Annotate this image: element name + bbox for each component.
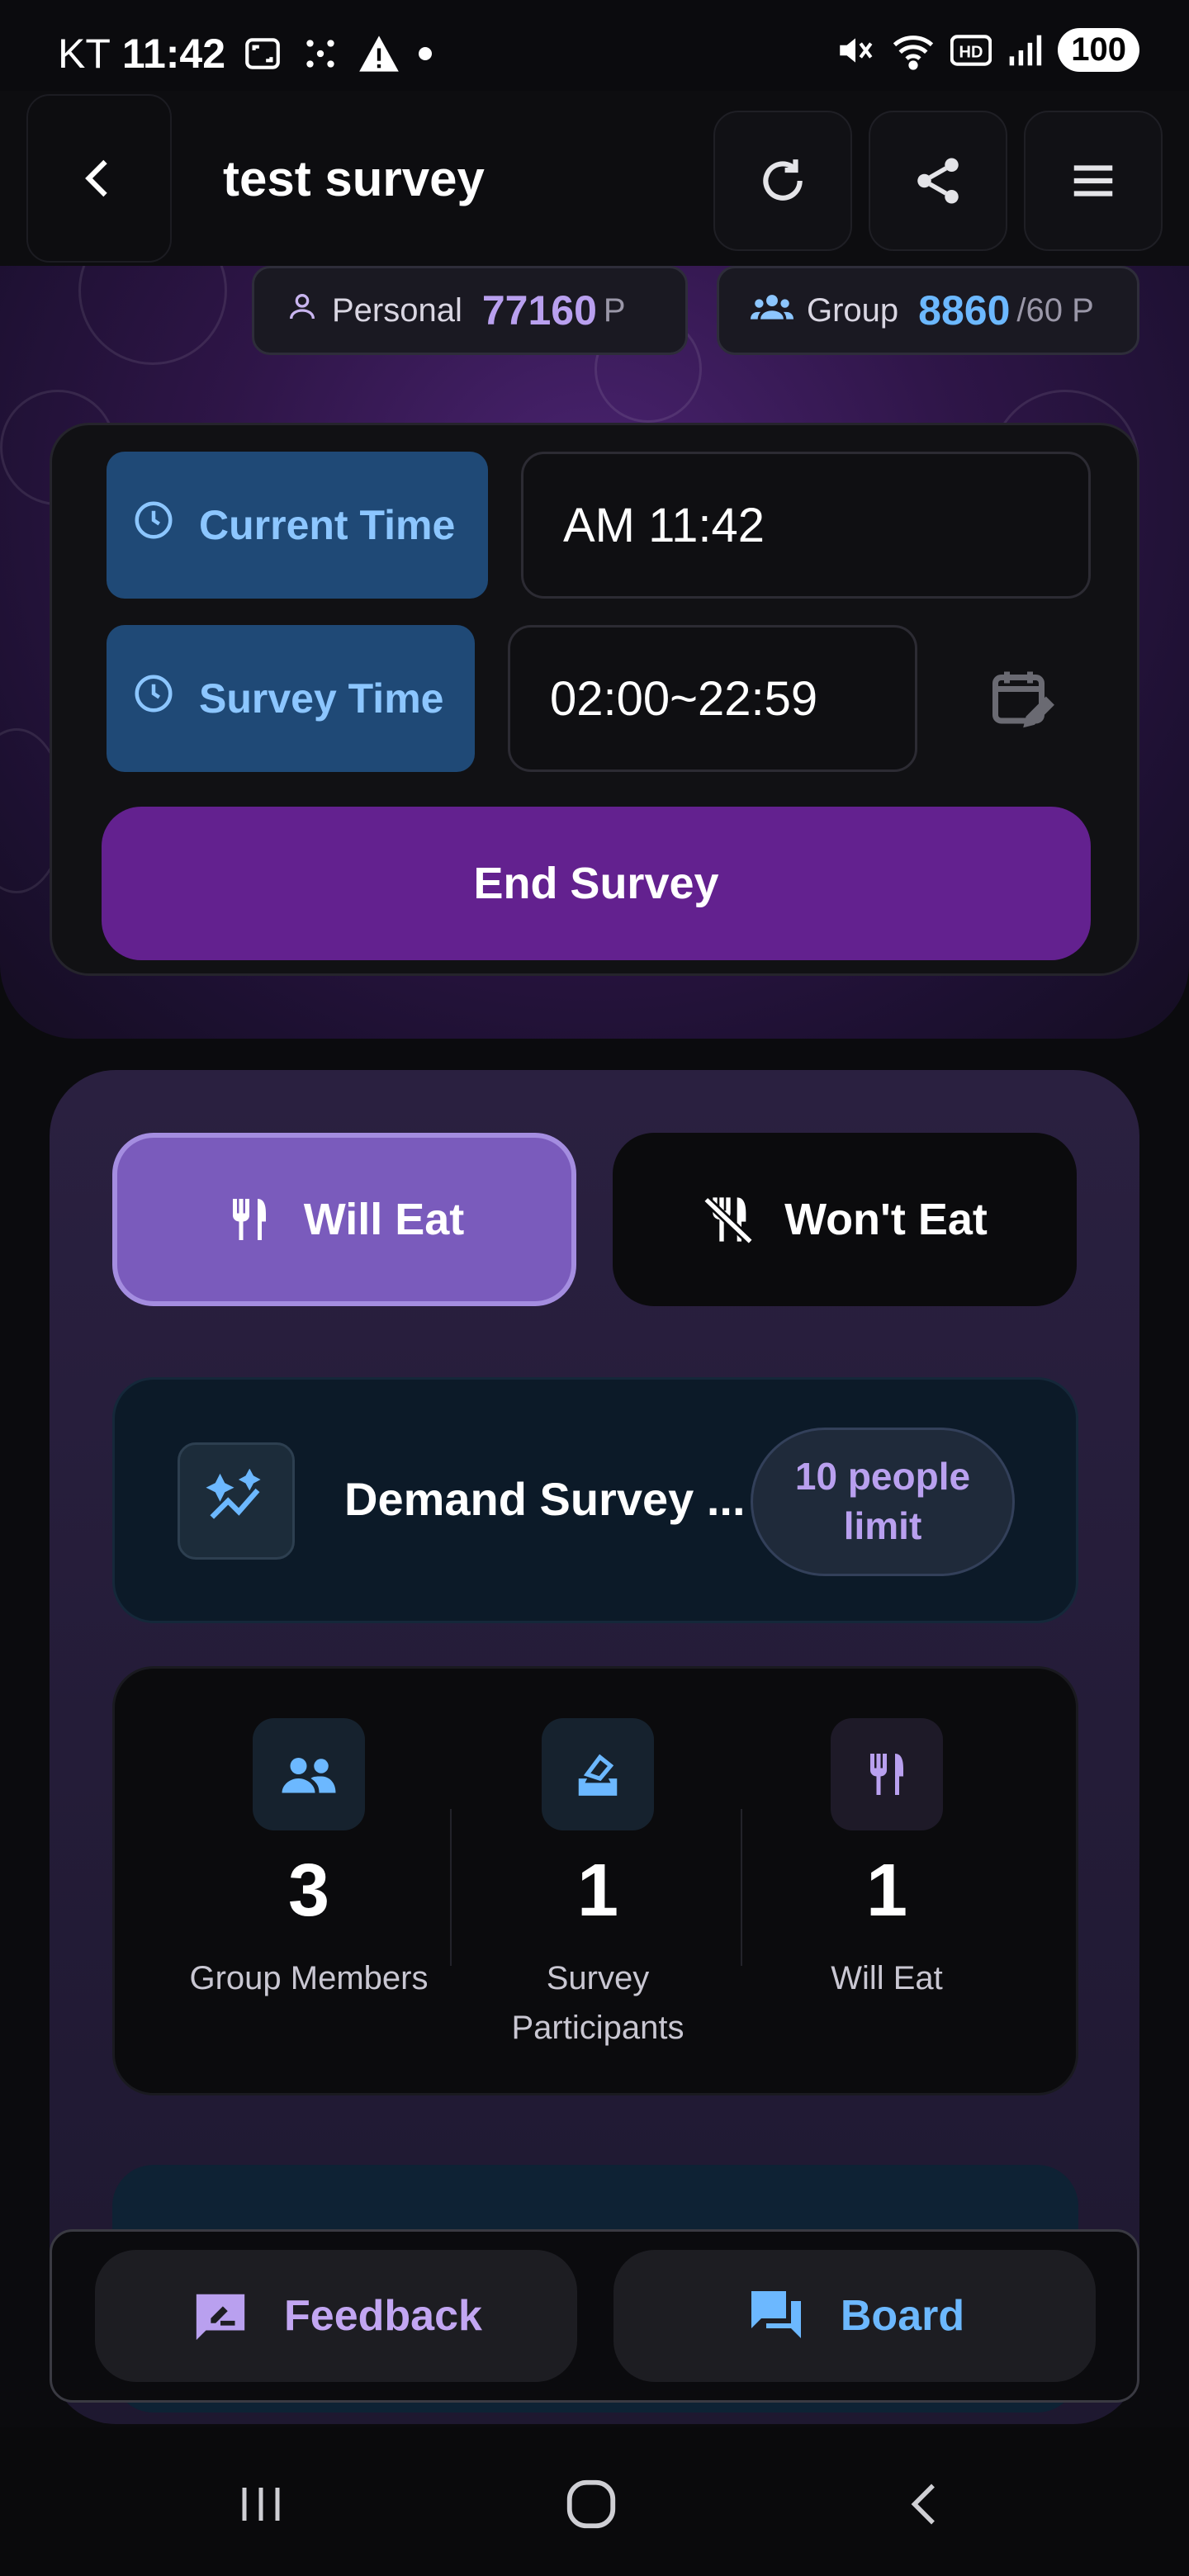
board-button[interactable]: Board [613, 2250, 1096, 2382]
hero-section: Personal 77160 P Group 8860 /60 P Curren… [0, 266, 1189, 1039]
forum-icon [751, 2291, 801, 2338]
clock-icon [131, 498, 176, 552]
will-eat-label: Will Eat [303, 1195, 465, 1244]
app-screen: KT 11:42 HD 100 Personal 77160 P Group 8… [0, 0, 1189, 2576]
warning-icon [358, 33, 400, 74]
survey-time-badge: Survey Time [107, 625, 475, 772]
system-nav-bar [0, 2427, 1189, 2576]
utensils-icon [232, 1199, 266, 1240]
feedback-button[interactable]: Feedback [95, 2250, 577, 2382]
demand-survey-card[interactable]: Demand Survey ... 10 people limit [112, 1377, 1078, 1623]
personal-label: Personal [332, 291, 462, 329]
survey-time-value: 02:00~22:59 [508, 625, 917, 772]
svg-text:HD: HD [959, 43, 983, 61]
share-icon [917, 158, 959, 204]
group-points-chip: Group 8860 /60 P [717, 266, 1139, 355]
stat-value: 1 [576, 1849, 619, 1932]
dot-icon [417, 45, 433, 62]
no-meals-icon [703, 1196, 754, 1245]
arrow-left-icon [85, 159, 107, 197]
stat-label: Will Eat [831, 1959, 943, 1996]
mute-icon [835, 30, 876, 71]
clock: 11:42 [121, 31, 226, 77]
back-button[interactable] [26, 94, 172, 263]
time-card: Current Time AM 11:42 Survey Time 02:00~… [50, 423, 1139, 976]
group-icon [751, 290, 793, 331]
stats-card: 3 Group Members 1 Survey Participants 1 … [112, 1666, 1078, 2095]
people-limit-badge: 10 people limit [751, 1428, 1015, 1576]
menu-button[interactable] [1024, 111, 1163, 251]
current-time-label: Current Time [199, 502, 456, 548]
stat-label: Group Members [189, 1959, 429, 1996]
survey-time-label: Survey Time [199, 675, 444, 722]
stat-value: 3 [287, 1849, 330, 1932]
auto-graph-icon [178, 1442, 295, 1560]
dice-icon [300, 33, 341, 74]
decor-circle [78, 266, 227, 365]
refresh-button[interactable] [713, 111, 852, 251]
stat-value: 1 [865, 1849, 908, 1932]
refresh-icon [763, 159, 803, 201]
page-title: test survey [223, 151, 485, 206]
personal-value: 77160 [481, 287, 597, 334]
screenshot-icon [242, 33, 283, 74]
stat-survey-participants: 1 Survey Participants [453, 1718, 742, 2053]
ballot-icon [542, 1718, 654, 1830]
group-unit: /60 P [1016, 291, 1094, 329]
wifi-icon [891, 30, 936, 71]
home-icon[interactable] [550, 2475, 632, 2533]
bottom-action-bar: Feedback Board [50, 2229, 1139, 2403]
demand-survey-title: Demand Survey ... [344, 1473, 746, 1525]
recents-icon[interactable] [220, 2475, 302, 2533]
survey-panel: Will Eat Won't Eat Demand Survey ... 10 … [50, 1070, 1139, 2424]
share-button[interactable] [869, 111, 1007, 251]
hamburger-icon [1073, 165, 1113, 197]
stat-will-eat: 1 Will Eat [742, 1718, 1031, 2003]
wont-eat-label: Won't Eat [784, 1195, 988, 1244]
group-icon [253, 1718, 365, 1830]
current-time-badge: Current Time [107, 452, 488, 599]
clock-icon [131, 671, 176, 726]
current-time-value: AM 11:42 [521, 452, 1091, 599]
board-label: Board [840, 2292, 965, 2340]
back-nav-icon[interactable] [883, 2475, 966, 2533]
people-limit-text: 10 people limit [794, 1455, 971, 1547]
end-survey-button[interactable]: End Survey [102, 807, 1091, 960]
personal-unit: P [603, 291, 626, 329]
signal-icon [1007, 32, 1043, 69]
carrier-label: KT [58, 31, 111, 77]
person-icon [286, 290, 319, 331]
stat-label: Survey Participants [511, 1959, 685, 2046]
group-value: 8860 [918, 287, 1011, 334]
wont-eat-button[interactable]: Won't Eat [613, 1133, 1077, 1306]
hd-icon: HD [950, 34, 992, 67]
battery-indicator: 100 [1058, 28, 1139, 72]
rate-review-icon [196, 2294, 245, 2341]
utensils-icon [831, 1718, 943, 1830]
group-label: Group [807, 291, 899, 329]
will-eat-button[interactable]: Will Eat [112, 1133, 576, 1306]
stat-group-members: 3 Group Members [164, 1718, 453, 2003]
personal-points-chip: Personal 77160 P [252, 266, 688, 355]
feedback-label: Feedback [284, 2292, 482, 2340]
edit-calendar-icon[interactable] [980, 656, 1063, 739]
top-app-bar: test survey [0, 91, 1189, 266]
divider [450, 1809, 452, 1966]
